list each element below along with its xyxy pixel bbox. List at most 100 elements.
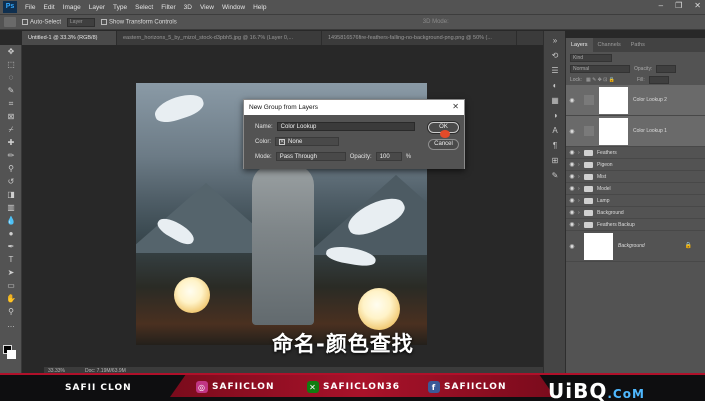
layer-mask-thumbnail[interactable]	[599, 117, 628, 145]
dodge-tool-icon[interactable]: ●	[0, 227, 22, 240]
history-brush-tool-icon[interactable]: ↺	[0, 175, 22, 188]
frame-tool-icon[interactable]: ⊠	[0, 110, 22, 123]
layer-group-feathers[interactable]: ◉ › Feathers	[566, 147, 705, 159]
menu-3d[interactable]: 3D	[180, 4, 196, 11]
tab-layers[interactable]: Layers	[566, 38, 593, 52]
properties-icon[interactable]: ☰	[544, 64, 566, 76]
layer-name[interactable]: Background	[618, 243, 645, 249]
layer-color-lookup-1[interactable]: ◉ Color Lookup 1	[566, 116, 705, 147]
visibility-eye-icon[interactable]: ◉	[566, 243, 578, 250]
eyedropper-tool-icon[interactable]: ⌿	[0, 123, 22, 136]
menu-edit[interactable]: Edit	[39, 4, 58, 11]
visibility-eye-icon[interactable]: ◉	[566, 97, 578, 104]
canvas-area[interactable]: 命名-颜色查找 33.33% Doc: 7.19M/63.9M	[22, 45, 574, 375]
auto-select-dropdown[interactable]: Layer	[67, 17, 96, 27]
layer-name[interactable]: Background	[597, 210, 624, 216]
gradient-tool-icon[interactable]: ▥	[0, 201, 22, 214]
lock-icons[interactable]: ▦ ✎ ✥ ⊡ 🔒	[586, 77, 615, 83]
opacity-field[interactable]: 100	[375, 152, 402, 161]
clone-stamp-tool-icon[interactable]: ⚲	[0, 162, 22, 175]
layer-background[interactable]: ◉ Background 🔒	[566, 231, 705, 262]
menu-view[interactable]: View	[196, 4, 218, 11]
layer-name[interactable]: Color Lookup 1	[633, 128, 667, 134]
brush-settings-icon[interactable]: ✎	[544, 169, 566, 181]
background-color-swatch[interactable]	[7, 350, 16, 359]
adjustments-icon[interactable]: ◑	[544, 109, 566, 121]
close-button[interactable]: ✕	[694, 1, 701, 10]
expand-panels-icon[interactable]: »	[544, 34, 566, 46]
restore-button[interactable]: ❐	[675, 1, 682, 10]
visibility-eye-icon[interactable]: ◉	[566, 185, 578, 192]
visibility-eye-icon[interactable]: ◉	[566, 173, 578, 180]
minimize-button[interactable]: –	[659, 1, 663, 10]
close-icon[interactable]: ✕	[452, 102, 459, 111]
layer-group-pigeon[interactable]: ◉ › Pigeon	[566, 159, 705, 171]
type-tool-icon[interactable]: T	[0, 253, 22, 266]
layer-name[interactable]: Pigeon	[597, 162, 613, 168]
menu-file[interactable]: File	[21, 4, 39, 11]
cancel-button[interactable]: Cancel	[428, 139, 459, 150]
layer-mask-thumbnail[interactable]	[599, 86, 628, 114]
layer-name[interactable]: Lamp	[597, 198, 610, 204]
visibility-eye-icon[interactable]: ◉	[566, 209, 578, 216]
layer-name[interactable]: Model	[597, 186, 611, 192]
layer-thumbnail[interactable]	[584, 232, 613, 260]
more-tools-icon[interactable]: …	[0, 318, 22, 331]
layer-group-mist[interactable]: ◉ › Mist	[566, 171, 705, 183]
auto-select-checkbox[interactable]: Auto-Select	[22, 18, 61, 25]
menu-type[interactable]: Type	[109, 4, 131, 11]
blend-mode-dropdown[interactable]: Normal	[570, 64, 630, 73]
layer-opacity-field[interactable]	[656, 64, 677, 73]
healing-brush-tool-icon[interactable]: ✚	[0, 136, 22, 149]
hand-tool-icon[interactable]: ✋	[0, 292, 22, 305]
kind-filter-dropdown[interactable]: Kind	[570, 53, 612, 62]
menu-window[interactable]: Window	[218, 4, 249, 11]
fill-field[interactable]	[648, 75, 669, 84]
shape-tool-icon[interactable]: ▭	[0, 279, 22, 292]
name-field[interactable]: Color Lookup	[276, 122, 415, 131]
layer-group-lamp[interactable]: ◉ › Lamp	[566, 195, 705, 207]
lasso-tool-icon[interactable]: ◌	[0, 71, 22, 84]
layer-group-background[interactable]: ◉ › Background	[566, 207, 705, 219]
color-select[interactable]: ✕ None	[275, 137, 340, 146]
history-icon[interactable]: ⟲	[544, 49, 566, 61]
move-tool-icon[interactable]	[4, 17, 16, 27]
tab-channels[interactable]: Channels	[593, 38, 626, 52]
layer-group-model[interactable]: ◉ › Model	[566, 183, 705, 195]
tab-paths[interactable]: Paths	[626, 38, 650, 52]
brush-tool-icon[interactable]: ✏	[0, 149, 22, 162]
layer-name[interactable]: Feathers	[597, 150, 617, 156]
layer-group-feathers-backup[interactable]: ◉ › Feathers Backup	[566, 219, 705, 231]
zoom-tool-icon[interactable]: ⚲	[0, 305, 22, 318]
character-icon[interactable]: A	[544, 124, 566, 136]
libraries-icon[interactable]: ⊞	[544, 154, 566, 166]
show-transform-checkbox[interactable]: Show Transform Controls	[101, 18, 177, 25]
color-icon[interactable]: ◐	[544, 79, 566, 91]
document-tab-eastern-horizons[interactable]: eastern_horizons_5_by_mizol_stock-d3pbh5…	[117, 31, 322, 45]
menu-help[interactable]: Help	[249, 4, 270, 11]
pen-tool-icon[interactable]: ✒	[0, 240, 22, 253]
path-select-tool-icon[interactable]: ➤	[0, 266, 22, 279]
visibility-eye-icon[interactable]: ◉	[566, 149, 578, 156]
visibility-eye-icon[interactable]: ◉	[566, 128, 578, 135]
layer-name[interactable]: Feathers Backup	[597, 222, 635, 228]
document-tab-untitled[interactable]: Untitled-1 @ 33.3% (RGB/8)	[22, 31, 117, 45]
menu-image[interactable]: Image	[59, 4, 85, 11]
visibility-eye-icon[interactable]: ◉	[566, 197, 578, 204]
eraser-tool-icon[interactable]: ◨	[0, 188, 22, 201]
menu-filter[interactable]: Filter	[157, 4, 179, 11]
layer-name[interactable]: Color Lookup 2	[633, 97, 667, 103]
move-tool-icon[interactable]: ✥	[0, 45, 22, 58]
menu-select[interactable]: Select	[131, 4, 157, 11]
mode-select[interactable]: Pass Through	[275, 152, 346, 161]
paragraph-icon[interactable]: ¶	[544, 139, 566, 151]
swatches-icon[interactable]: ▦	[544, 94, 566, 106]
layer-name[interactable]: Mist	[597, 174, 606, 180]
visibility-eye-icon[interactable]: ◉	[566, 221, 578, 228]
quick-select-tool-icon[interactable]: ✎	[0, 84, 22, 97]
visibility-eye-icon[interactable]: ◉	[566, 161, 578, 168]
crop-tool-icon[interactable]: ⌗	[0, 97, 22, 110]
document-tab-feathers[interactable]: 1495816576fire-feathers-falling-no-backg…	[322, 31, 517, 45]
marquee-tool-icon[interactable]: ⬚	[0, 58, 22, 71]
menu-layer[interactable]: Layer	[85, 4, 109, 11]
